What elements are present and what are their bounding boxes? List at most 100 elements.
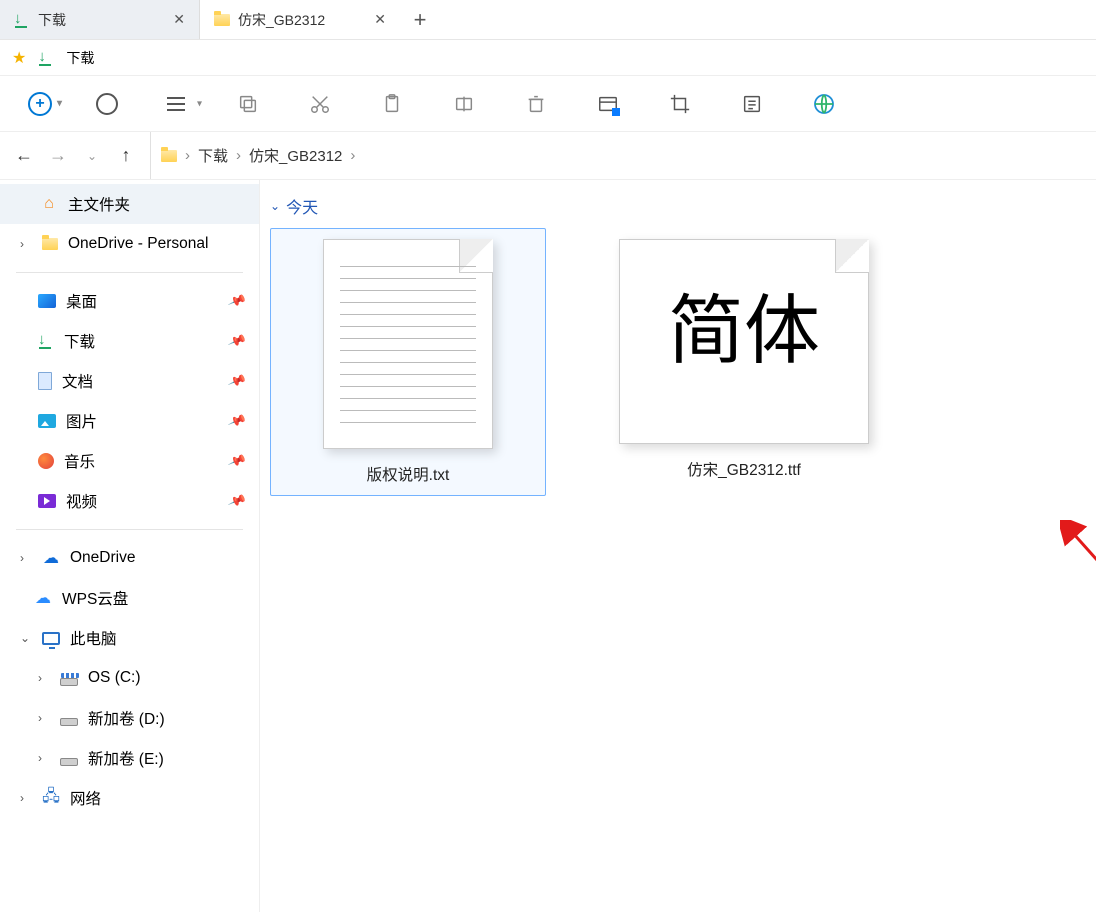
sidebar-item-onedrive-personal[interactable]: › OneDrive - Personal <box>0 224 259 264</box>
sidebar-item-network[interactable]: › 🖧 网络 <box>0 778 259 818</box>
recent-button[interactable] <box>96 93 118 115</box>
open-in-browser-button[interactable] <box>810 90 838 118</box>
file-name: 仿宋_GB2312.ttf <box>687 458 801 480</box>
sidebar-item-desktop[interactable]: 桌面 📌 <box>0 281 259 321</box>
download-icon <box>14 12 30 28</box>
pin-icon[interactable]: 📌 <box>227 411 248 432</box>
pc-icon <box>42 632 60 645</box>
layout-button[interactable] <box>594 90 622 118</box>
tab-label: 仿宋_GB2312 <box>238 10 325 30</box>
sidebar-item-onedrive[interactable]: › ☁ OneDrive <box>0 538 259 578</box>
chevron-right-icon: › <box>185 147 190 164</box>
sidebar-separator <box>16 272 243 273</box>
file-item-font[interactable]: 简体 仿宋_GB2312.ttf <box>606 228 882 496</box>
font-preview-glyph: 简体 <box>620 294 868 370</box>
page-fold-icon <box>835 239 869 273</box>
forward-button[interactable]: → <box>48 145 68 166</box>
history-chevron-icon[interactable]: ⌄ <box>82 149 102 163</box>
delete-button[interactable] <box>522 90 550 118</box>
close-icon[interactable]: ✕ <box>173 11 185 28</box>
file-item-txt[interactable]: 版权说明.txt <box>270 228 546 496</box>
sidebar-item-downloads[interactable]: 下载 📌 <box>0 321 259 361</box>
sidebar: ⌂ 主文件夹 › OneDrive - Personal 桌面 📌 下载 📌 文… <box>0 180 260 912</box>
sidebar-item-label: 桌面 <box>66 290 97 312</box>
sidebar-item-label: 新加卷 (D:) <box>88 707 165 729</box>
chevron-down-icon[interactable]: ⌄ <box>20 631 32 645</box>
sidebar-item-home[interactable]: ⌂ 主文件夹 <box>0 184 259 224</box>
sidebar-item-label: OS (C:) <box>88 669 141 687</box>
properties-button[interactable] <box>738 90 766 118</box>
rename-button[interactable] <box>450 90 478 118</box>
folder-icon <box>161 150 177 162</box>
tab-fangsong[interactable]: 仿宋_GB2312 ✕ <box>200 0 400 39</box>
sidebar-item-documents[interactable]: 文档 📌 <box>0 361 259 401</box>
favorite-label[interactable]: 下载 <box>66 48 94 68</box>
crop-button[interactable] <box>666 90 694 118</box>
sidebar-item-label: 文档 <box>62 370 93 392</box>
desktop-icon <box>38 294 56 308</box>
chevron-right-icon[interactable]: › <box>20 791 32 805</box>
up-button[interactable]: ↑ <box>116 145 136 166</box>
sidebar-item-this-pc[interactable]: ⌄ 此电脑 <box>0 618 259 658</box>
new-button[interactable]: + ▾ <box>28 92 52 116</box>
sidebar-item-drive-d[interactable]: › 新加卷 (D:) <box>0 698 259 738</box>
cloud-icon: ☁ <box>42 549 60 567</box>
navigation-row: ← → ⌄ ↑ › 下载 › 仿宋_GB2312 › <box>0 132 1096 180</box>
file-thumbnail <box>323 239 493 449</box>
sidebar-item-pictures[interactable]: 图片 📌 <box>0 401 259 441</box>
toolbar: + ▾ ▾ <box>0 76 1096 132</box>
tab-label: 下载 <box>38 10 66 30</box>
breadcrumb-part[interactable]: 下载 <box>198 145 228 166</box>
star-icon[interactable]: ★ <box>12 48 26 68</box>
cut-button[interactable] <box>306 90 334 118</box>
pictures-icon <box>38 414 56 428</box>
breadcrumb[interactable]: › 下载 › 仿宋_GB2312 › <box>150 132 1082 179</box>
sidebar-item-videos[interactable]: 视频 📌 <box>0 481 259 521</box>
chevron-down-icon[interactable]: ▾ <box>57 94 62 114</box>
network-icon: 🖧 <box>42 789 60 807</box>
chevron-right-icon[interactable]: › <box>20 237 32 251</box>
pin-icon[interactable]: 📌 <box>227 291 248 312</box>
chevron-right-icon[interactable]: › <box>38 711 50 725</box>
main-split: ⌂ 主文件夹 › OneDrive - Personal 桌面 📌 下载 📌 文… <box>0 180 1096 912</box>
chevron-right-icon[interactable]: › <box>38 671 50 685</box>
new-tab-button[interactable]: + <box>400 0 440 39</box>
paste-button[interactable] <box>378 90 406 118</box>
chevron-right-icon: › <box>350 147 355 164</box>
content-pane[interactable]: ⌄ 今天 版权说明.txt 简体 仿宋_GB2312.ttf <box>260 180 1096 912</box>
download-icon <box>38 333 54 349</box>
pin-icon[interactable]: 📌 <box>227 451 248 472</box>
pin-icon[interactable]: 📌 <box>227 491 248 512</box>
group-header-label: 今天 <box>286 194 318 218</box>
sidebar-item-drive-c[interactable]: › OS (C:) <box>0 658 259 698</box>
tab-strip: 下载 ✕ 仿宋_GB2312 ✕ + <box>0 0 1096 40</box>
pin-icon[interactable]: 📌 <box>227 331 248 352</box>
sidebar-item-label: 此电脑 <box>70 627 117 649</box>
home-icon: ⌂ <box>40 195 58 213</box>
sidebar-item-label: 音乐 <box>64 450 95 472</box>
drive-icon <box>60 758 78 766</box>
annotation-arrow <box>1060 520 1096 640</box>
sidebar-item-drive-e[interactable]: › 新加卷 (E:) <box>0 738 259 778</box>
sidebar-item-wps-cloud[interactable]: ☁ WPS云盘 <box>0 578 259 618</box>
sidebar-item-label: 新加卷 (E:) <box>88 747 164 769</box>
chevron-right-icon: › <box>236 147 241 164</box>
back-button[interactable]: ← <box>14 145 34 166</box>
breadcrumb-part[interactable]: 仿宋_GB2312 <box>249 145 342 166</box>
plus-badge-icon <box>612 108 620 116</box>
pin-icon[interactable]: 📌 <box>227 371 248 392</box>
sidebar-item-label: 主文件夹 <box>68 193 130 215</box>
chevron-right-icon[interactable]: › <box>38 751 50 765</box>
sidebar-item-label: WPS云盘 <box>62 587 128 609</box>
close-icon[interactable]: ✕ <box>374 11 386 28</box>
view-button[interactable]: ▾ <box>162 90 190 118</box>
sidebar-item-music[interactable]: 音乐 📌 <box>0 441 259 481</box>
group-header-today[interactable]: ⌄ 今天 <box>266 190 1090 228</box>
copy-button[interactable] <box>234 90 262 118</box>
drive-icon <box>60 718 78 726</box>
chevron-right-icon[interactable]: › <box>20 551 32 565</box>
chevron-down-icon[interactable]: ⌄ <box>270 199 280 213</box>
chevron-down-icon[interactable]: ▾ <box>197 98 202 109</box>
document-icon <box>38 372 52 390</box>
tab-downloads[interactable]: 下载 ✕ <box>0 0 200 39</box>
